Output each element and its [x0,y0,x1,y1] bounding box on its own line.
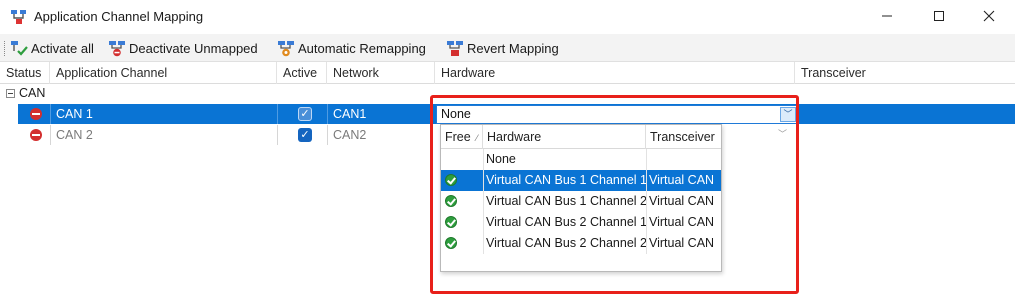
free-check-icon [445,216,457,228]
column-header-network[interactable]: Network [327,62,435,84]
revert-mapping-icon [446,39,464,57]
column-header-active[interactable]: Active [277,62,327,84]
network-cell[interactable]: CAN1 [333,104,366,124]
column-header-transceiver[interactable]: Transceiver [795,62,1015,84]
grid-header: Status Application Channel Active Networ… [0,62,1015,84]
dropdown-column-transceiver[interactable]: Transceiver [646,125,721,149]
deactivate-unmapped-button[interactable]: Deactivate Unmapped [108,37,258,59]
automatic-remapping-button[interactable]: Automatic Remapping [277,37,426,59]
group-label: CAN [19,86,46,100]
hardware-value: None [441,107,471,121]
dropdown-option[interactable]: None [441,149,721,170]
title-bar: Application Channel Mapping [0,0,1015,34]
error-status-icon [30,129,42,141]
collapse-icon[interactable] [6,89,15,98]
app-mapping-icon [10,8,28,26]
minimize-icon [882,15,892,17]
hardware-combobox[interactable]: None ﹀ [436,105,798,124]
application-channel-cell[interactable]: CAN 2 [56,125,93,145]
revert-mapping-button[interactable]: Revert Mapping [446,37,559,59]
sort-icon: ⁄ [476,133,478,143]
activate-all-label: Activate all [31,40,94,56]
activate-all-icon [10,39,28,57]
active-checkbox[interactable]: ✓ [298,128,312,142]
close-icon [983,10,995,22]
dropdown-option[interactable]: Virtual CAN Bus 1 Channel 1 Virtual CAN [441,170,721,191]
revert-mapping-label: Revert Mapping [467,40,559,56]
column-header-hardware[interactable]: Hardware [435,62,795,84]
group-row-can: CAN [0,84,1015,104]
automatic-remapping-label: Automatic Remapping [298,40,426,56]
deactivate-unmapped-label: Deactivate Unmapped [129,40,258,56]
hardware-dropdown-list[interactable]: Free ⁄ Hardware Transceiver None Virtual… [440,124,722,272]
minimize-button[interactable] [864,0,910,32]
free-check-icon [445,174,457,186]
error-status-icon [30,108,42,120]
column-header-application-channel[interactable]: Application Channel [50,62,277,84]
dropdown-option[interactable]: Virtual CAN Bus 2 Channel 2 Virtual CAN [441,233,721,254]
chevron-down-icon[interactable]: ﹀ [778,127,787,140]
toolbar-grip[interactable] [4,41,7,56]
window-title: Application Channel Mapping [34,9,204,24]
toolbar: Activate all Deactivate Unmapped Automat… [0,34,1015,62]
close-button[interactable] [966,0,1012,32]
free-check-icon [445,195,457,207]
active-checkbox[interactable]: ✓ [298,107,312,121]
dropdown-option[interactable]: Virtual CAN Bus 2 Channel 1 Virtual CAN [441,212,721,233]
dropdown-column-free[interactable]: Free ⁄ [441,125,483,149]
chevron-down-icon[interactable]: ﹀ [780,107,796,122]
maximize-icon [934,11,944,21]
activate-all-button[interactable]: Activate all [10,37,94,59]
automatic-remapping-icon [277,39,295,57]
maximize-button[interactable] [916,0,962,32]
free-check-icon [445,237,457,249]
deactivate-unmapped-icon [108,39,126,57]
dropdown-header: Free ⁄ Hardware Transceiver [441,125,721,149]
column-header-status[interactable]: Status [0,62,50,84]
network-cell[interactable]: CAN2 [333,125,366,145]
dropdown-column-hardware[interactable]: Hardware [483,125,646,149]
dropdown-option[interactable]: Virtual CAN Bus 1 Channel 2 Virtual CAN [441,191,721,212]
application-channel-cell[interactable]: CAN 1 [56,104,93,124]
